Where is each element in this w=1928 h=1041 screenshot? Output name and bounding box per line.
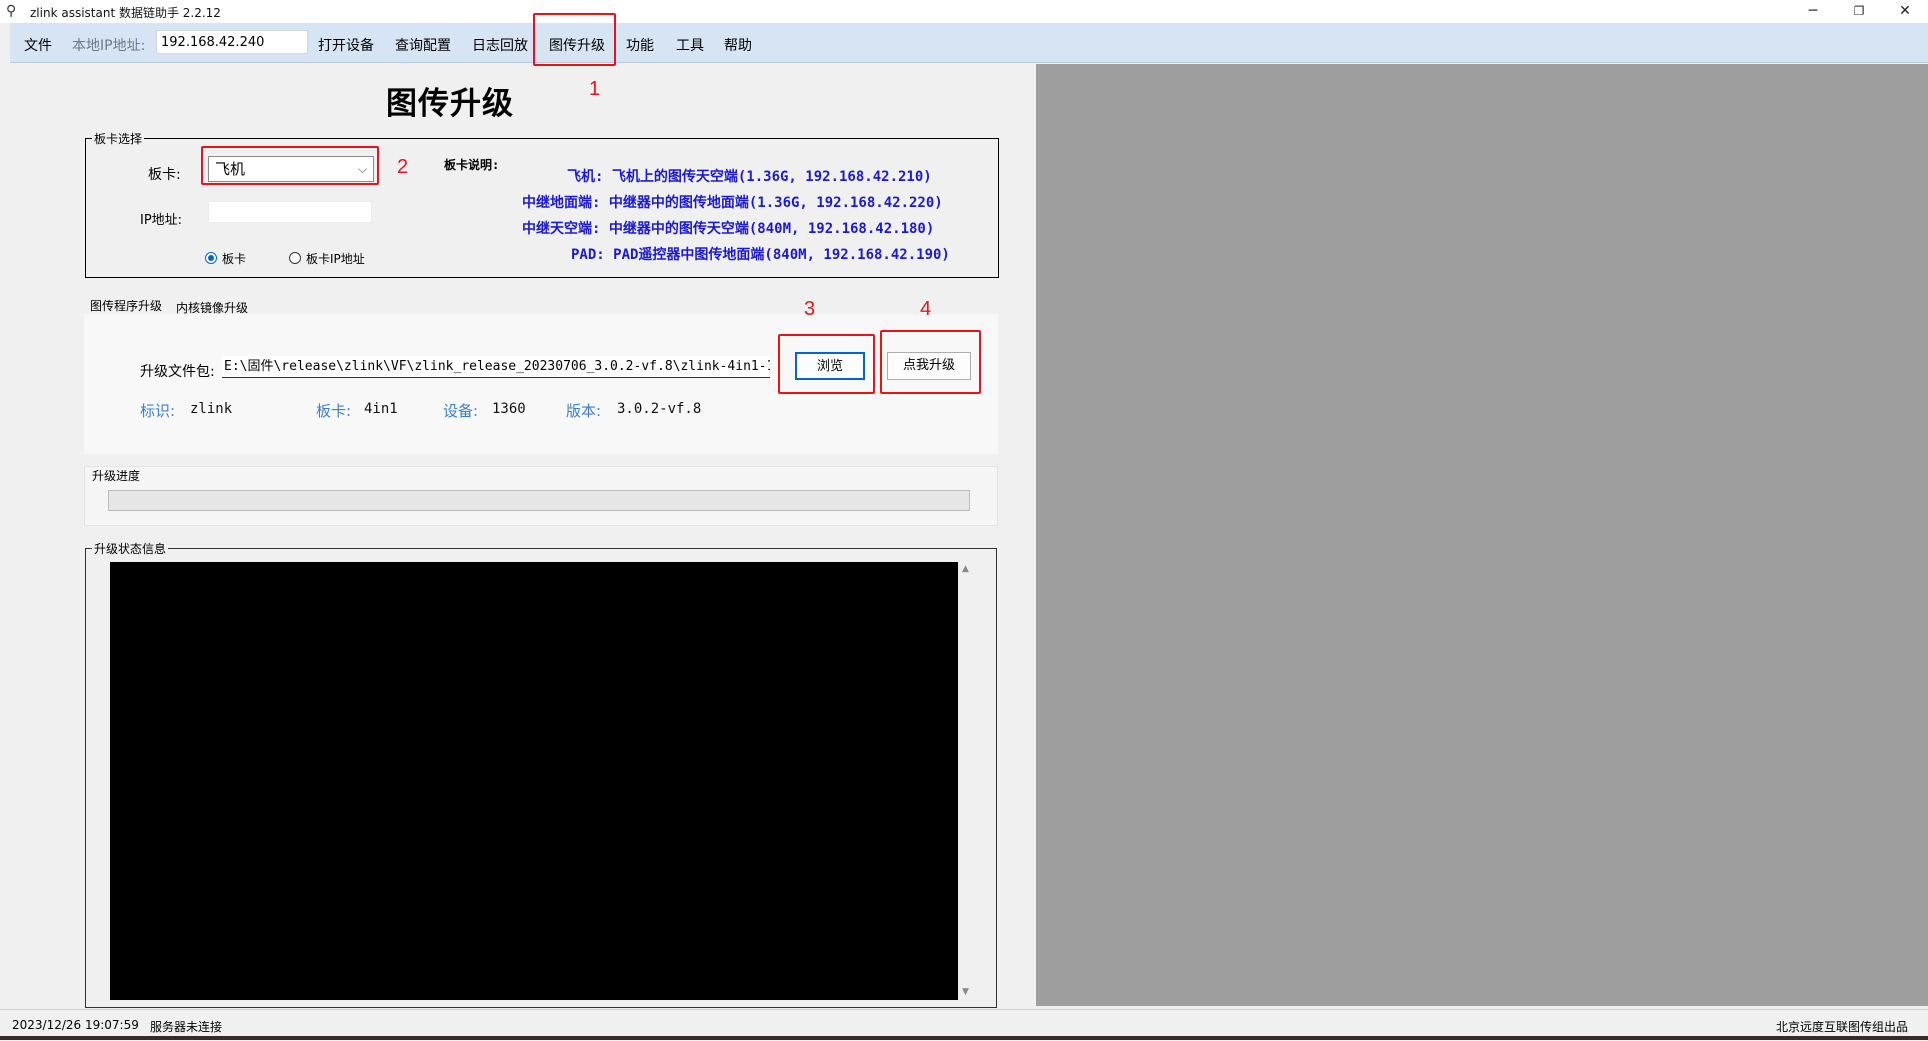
restore-button[interactable]: ❐ bbox=[1836, 0, 1882, 23]
menu-open-device[interactable]: 打开设备 bbox=[318, 35, 374, 55]
info-version-value: 3.0.2-vf.8 bbox=[617, 401, 702, 417]
menu-query-config[interactable]: 查询配置 bbox=[395, 35, 451, 55]
info-id-value: zlink bbox=[190, 401, 233, 417]
info-board-key: 板卡: bbox=[316, 402, 352, 420]
menu-tools[interactable]: 工具 bbox=[676, 35, 704, 55]
local-ip-label: 本地IP地址: bbox=[72, 38, 146, 54]
info-device-key: 设备: bbox=[443, 402, 479, 420]
board-description-title: 板卡说明: bbox=[444, 158, 500, 172]
app-window: ⚲ zlink assistant 数据链助手 2.2.12 ─ ❐ ✕ 文件 … bbox=[0, 0, 1928, 1041]
board-description-line: 飞机: 飞机上的图传天空端(1.36G, 192.168.42.210) bbox=[567, 169, 932, 185]
scroll-up-arrow-icon[interactable]: ▲ bbox=[962, 564, 969, 574]
menu-file[interactable]: 文件 bbox=[24, 35, 52, 55]
radio-board-ip[interactable] bbox=[289, 252, 301, 264]
window-title: zlink assistant 数据链助手 2.2.12 bbox=[30, 6, 221, 20]
menu-functions[interactable]: 功能 bbox=[626, 35, 654, 55]
board-label: 板卡: bbox=[148, 167, 181, 183]
radio-board-label: 板卡 bbox=[222, 252, 247, 266]
menu-log-playback[interactable]: 日志回放 bbox=[472, 35, 528, 55]
annotation-box-1 bbox=[533, 13, 616, 66]
annotation-number-3: 3 bbox=[804, 298, 816, 320]
annotation-number-4: 4 bbox=[920, 298, 932, 320]
app-logo-icon: ⚲ bbox=[6, 3, 17, 19]
tab-firmware-upgrade[interactable]: 图传程序升级 bbox=[90, 297, 162, 314]
annotation-number-2: 2 bbox=[397, 156, 409, 178]
board-description-line: 中继地面端: 中继器中的图传地面端(1.36G, 192.168.42.220) bbox=[522, 195, 943, 211]
empty-workspace bbox=[1036, 64, 1928, 1006]
annotation-box-2 bbox=[201, 146, 379, 185]
board-description-line: PAD: PAD遥控器中图传地面端(840M, 192.168.42.190) bbox=[571, 247, 950, 263]
info-device-value: 1360 bbox=[492, 401, 526, 417]
board-ip-input[interactable] bbox=[208, 201, 372, 223]
file-package-input[interactable]: E:\固件\release\zlink\VF\zlink_release_202… bbox=[222, 356, 770, 378]
radio-board-ip-label: 板卡IP地址 bbox=[306, 252, 365, 266]
file-package-label: 升级文件包: bbox=[140, 364, 215, 380]
status-company: 北京远度互联图传组出品 bbox=[1776, 1020, 1909, 1034]
status-log-console[interactable] bbox=[110, 562, 958, 1000]
taskbar-edge bbox=[0, 1036, 1928, 1040]
title-bar: ⚲ zlink assistant 数据链助手 2.2.12 ─ ❐ ✕ bbox=[0, 0, 1928, 23]
annotation-box-4 bbox=[880, 330, 981, 394]
annotation-box-3 bbox=[778, 334, 875, 394]
status-log-label: 升级状态信息 bbox=[92, 540, 169, 557]
progress-label: 升级进度 bbox=[92, 469, 141, 483]
ip-label: IP地址: bbox=[140, 213, 183, 228]
progress-bar bbox=[108, 490, 970, 511]
board-select-group-label: 板卡选择 bbox=[92, 130, 145, 147]
scroll-down-arrow-icon[interactable]: ▼ bbox=[962, 987, 969, 997]
status-server: 服务器未连接 bbox=[150, 1020, 223, 1034]
local-ip-input[interactable]: 192.168.42.240 bbox=[156, 30, 308, 54]
info-version-key: 版本: bbox=[566, 402, 602, 420]
radio-board[interactable] bbox=[205, 252, 217, 264]
page-title: 图传升级 bbox=[386, 86, 514, 122]
status-datetime: 2023/12/26 19:07:59 bbox=[12, 1018, 139, 1032]
minimize-button[interactable]: ─ bbox=[1790, 0, 1836, 23]
info-id-key: 标识: bbox=[140, 402, 176, 420]
info-board-value: 4in1 bbox=[364, 401, 398, 417]
close-button[interactable]: ✕ bbox=[1882, 0, 1928, 23]
annotation-number-1: 1 bbox=[589, 78, 601, 100]
menu-help[interactable]: 帮助 bbox=[724, 35, 752, 55]
board-description-line: 中继天空端: 中继器中的图传天空端(840M, 192.168.42.180) bbox=[522, 221, 935, 237]
